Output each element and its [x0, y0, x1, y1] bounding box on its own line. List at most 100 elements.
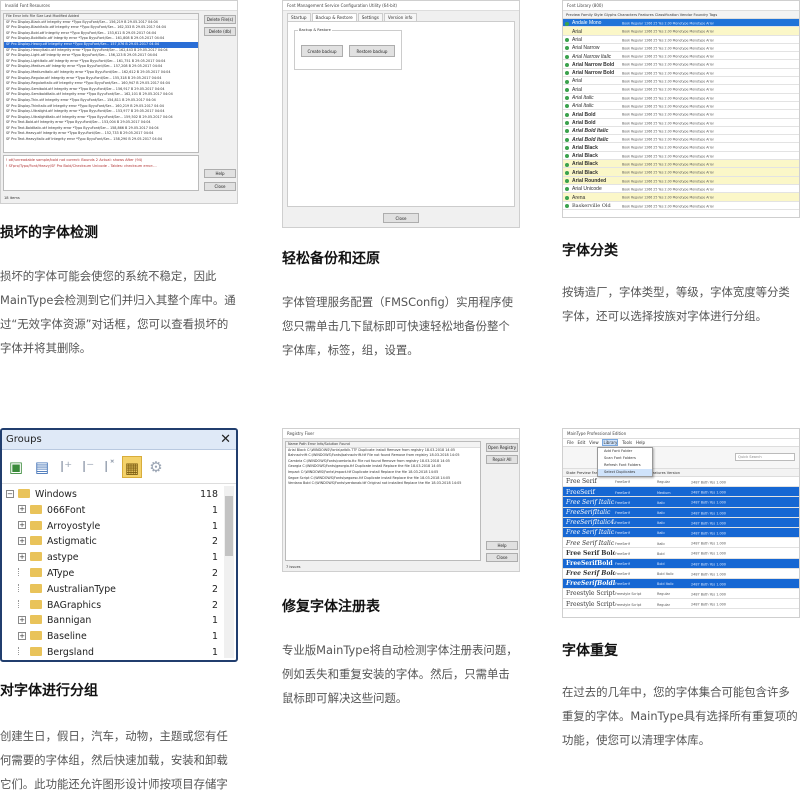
tree-item[interactable]: + Baseline 1: [2, 629, 236, 645]
tab-settings[interactable]: Settings: [357, 13, 383, 21]
close-button[interactable]: Close: [204, 182, 236, 191]
expand-icon[interactable]: +: [18, 536, 26, 545]
tree-item[interactable]: + Astigmatic 2: [2, 534, 236, 550]
repair-all-button[interactable]: Repair All: [486, 455, 518, 464]
menu-tools[interactable]: Tools: [622, 440, 632, 445]
delete-files-button[interactable]: Delete File(s): [204, 15, 236, 24]
expand-icon[interactable]: +: [18, 521, 26, 530]
font-table[interactable]: Andale Mono Book Regular 1266 25 Yes 2.00…: [563, 19, 799, 210]
tree-item[interactable]: AType 2: [2, 566, 236, 582]
new-subgroup-icon[interactable]: ▤: [32, 456, 52, 478]
table-row[interactable]: Free Serif Bold ItalicFreeSerif Bold Ital…: [563, 568, 799, 579]
list-item[interactable]: SF Pro Display-MediumItalic.otf Integrit…: [4, 70, 198, 76]
table-row[interactable]: Free Serif Italic CDFreeSerif Italic 2487 …: [563, 527, 799, 539]
table-row[interactable]: Arial Black Book Regular 1266 25 Yes 2.00…: [563, 168, 799, 177]
collapse-icon[interactable]: −: [6, 489, 14, 498]
expand-icon[interactable]: +: [18, 552, 26, 561]
scrollbar[interactable]: [224, 486, 234, 658]
table-row[interactable]: Arial Black Book Regular 1266 25 Yes 2.00…: [563, 151, 799, 161]
close-icon[interactable]: ✕: [220, 430, 231, 450]
close-button[interactable]: Close: [486, 553, 518, 562]
table-row[interactable]: FreeSerifItalic456FreeSerif Italic 2487 Bo…: [563, 517, 799, 528]
list-item[interactable]: Verdana Bold C:\WINDOWS\Fonts\verdanab.t…: [286, 481, 480, 487]
table-row[interactable]: Arial Narrow Book Regular 1266 25 Yes 2.0…: [563, 43, 799, 53]
table-row[interactable]: Arial Italic Book Regular 1266 25 Yes 2.0…: [563, 101, 799, 111]
tree-root[interactable]: − Windows 118: [2, 487, 236, 503]
table-row[interactable]: Freestyle ScriptFreestyle Script Regular 2…: [563, 589, 799, 600]
table-row[interactable]: Free Serif BoldFreeSerif Bold 2487 Both Ye…: [563, 548, 799, 559]
scrollbar-thumb[interactable]: [225, 496, 233, 556]
settings-icon[interactable]: ⚙: [146, 456, 166, 478]
table-row[interactable]: Andale Mono Book Regular 1266 25 Yes 2.00…: [563, 19, 799, 28]
table-row[interactable]: Arial Unicode Book Regular 1266 25 Yes 2.…: [563, 184, 799, 194]
table-row[interactable]: Arial Rounded Book Regular 1266 25 Yes 2.…: [563, 176, 799, 185]
table-row[interactable]: Arial Black Book Regular 1266 25 Yes 2.00…: [563, 143, 799, 152]
table-row[interactable]: Free Serif FreeSerif Regular 2487 Both Yes …: [563, 477, 799, 488]
tree-item[interactable]: + astype 1: [2, 550, 236, 566]
list-item[interactable]: SF Pro Display-RegularItalic.otf Integri…: [4, 81, 198, 87]
table-row[interactable]: Arial Bold Italic Book Regular 1266 25 Ye…: [563, 126, 799, 136]
tree-item[interactable]: Bergsland 1: [2, 645, 236, 660]
menu-help[interactable]: Help: [636, 440, 645, 445]
folders-icon[interactable]: ▦: [122, 456, 142, 478]
table-row[interactable]: Arial Italic Book Regular 1266 25 Yes 2.0…: [563, 93, 799, 102]
invalid-font-list[interactable]: File Error Info File Size Last Modified …: [3, 13, 199, 153]
restore-backup-button[interactable]: Restore backup: [349, 45, 395, 57]
table-row[interactable]: Arial Narrow Bold Book Regular 1266 25 Ye…: [563, 60, 799, 69]
menu-file[interactable]: File: [567, 440, 574, 445]
menu-library[interactable]: Library: [602, 439, 619, 446]
tab-backup-restore[interactable]: Backup & Restore: [311, 13, 357, 21]
tree-item[interactable]: + Bannigan 1: [2, 613, 236, 629]
table-row[interactable]: Arial Book Regular 1266 25 Yes 2.00 Monot…: [563, 77, 799, 86]
tab-startup[interactable]: Startup: [287, 13, 311, 21]
table-row[interactable]: Arial Black Book Regular 1266 25 Yes 2.00…: [563, 160, 799, 169]
table-row[interactable]: Arial Narrow Bold Book Regular 1266 25 Ye…: [563, 68, 799, 78]
table-row[interactable]: Arial Bold Book Regular 1266 25 Yes 2.00 …: [563, 118, 799, 127]
table-row[interactable]: FreeSerifItalic FreeSerif Italic 2487 Both …: [563, 507, 799, 518]
table-row[interactable]: Arena Book Regular 1266 25 Yes 2.00 Monot…: [563, 193, 799, 202]
new-group-icon[interactable]: ▣: [6, 456, 26, 478]
create-backup-button[interactable]: Create backup: [301, 45, 343, 57]
table-row[interactable]: Free Serif ItalicFreeSerif Italic 2487 Bot…: [563, 497, 799, 508]
registry-issue-list[interactable]: Name Path Error Info/Solution Found Aria…: [285, 441, 481, 561]
menu-item-refresh-folders[interactable]: Refresh Font Folders: [598, 462, 652, 469]
help-button[interactable]: Help: [204, 169, 236, 178]
clear-font-icon[interactable]: I˟: [100, 456, 120, 478]
table-row[interactable]: Arial Book Regular 1266 25 Yes 2.00 Monot…: [563, 35, 799, 44]
table-row[interactable]: Arial Book Regular 1266 25 Yes 2.00 Monot…: [563, 27, 799, 36]
list-item[interactable]: SF Pro Text-HeavyItalic.otf Integrity er…: [4, 137, 198, 143]
tab-version-info[interactable]: Version info: [383, 13, 417, 21]
table-row[interactable]: FreeSerif FreeSerif Medium 2487 Both Yes 1.…: [563, 487, 799, 498]
delete-db-button[interactable]: Delete (db): [204, 27, 236, 36]
menu-item-select-duplicates[interactable]: Select Duplicates: [598, 469, 652, 476]
tree-item[interactable]: AustralianType 2: [2, 582, 236, 598]
table-row[interactable]: Freestyle ScriptFreestyle Script Regular 2…: [563, 599, 799, 610]
table-row[interactable]: FreeSerifBold FreeSerif Bold 2487 Both Yes …: [563, 558, 799, 569]
table-row[interactable]: Arial Narrow Italic Book Regular 1266 25 …: [563, 52, 799, 61]
expand-icon[interactable]: +: [18, 505, 26, 514]
tree-item[interactable]: +066Font 1: [2, 503, 236, 519]
table-row[interactable]: Free Serif ItalicFreeSerif Italic 2487 Bot…: [563, 538, 799, 549]
quick-search-input[interactable]: Quick Search: [735, 453, 795, 461]
table-row[interactable]: FreeSerifBoldItalicFreeSerif Bold Italic 2…: [563, 578, 799, 590]
tree-item[interactable]: + Arroyostyle 1: [2, 519, 236, 535]
expand-icon[interactable]: +: [18, 615, 26, 624]
add-font-icon[interactable]: I⁺: [56, 456, 76, 478]
menu-item-scan-folders[interactable]: Scan Font Folders: [598, 455, 652, 462]
table-row[interactable]: Baskerville Old Book Regular 1266 25 Yes …: [563, 201, 799, 210]
font-table[interactable]: Free Serif FreeSerif Regular 2487 Both Yes …: [563, 477, 799, 610]
menu-view[interactable]: View: [589, 440, 599, 445]
menu-edit[interactable]: Edit: [578, 440, 586, 445]
expand-icon[interactable]: +: [18, 631, 26, 640]
open-registry-button[interactable]: Open Registry: [486, 443, 518, 452]
table-row[interactable]: Arial Bold Italic Book Regular 1266 25 Ye…: [563, 135, 799, 144]
table-row[interactable]: Arial Book Regular 1266 25 Yes 2.00 Monot…: [563, 85, 799, 94]
list-item[interactable]: Bahnschrift C:\WINDOWS\Fonts\bahnschrift…: [286, 453, 480, 459]
table-row[interactable]: Arial Bold Book Regular 1266 25 Yes 2.00 …: [563, 110, 799, 119]
close-button[interactable]: Close: [383, 213, 419, 223]
menu-item-add-folder[interactable]: Add Font Folder: [598, 448, 652, 455]
remove-font-icon[interactable]: I⁻: [78, 456, 98, 478]
help-button[interactable]: Help: [486, 541, 518, 550]
groups-tree[interactable]: − Windows 118 +066Font 1 + Arroyostyle 1 + Asti…: [2, 484, 236, 660]
tree-item[interactable]: BAGraphics 2: [2, 598, 236, 614]
